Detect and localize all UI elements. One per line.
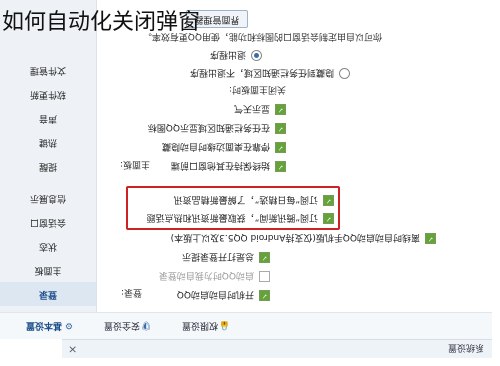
option-label: 订阅“腾讯新闻”，获取最新资讯和热点话题 — [146, 212, 318, 222]
option-login-tip[interactable]: ✓ 总是打开登录提示 — [182, 251, 270, 264]
sidebar-item-chat-window[interactable]: 会话窗口 — [0, 210, 96, 234]
option-tray-icon[interactable]: ✓ 在任务栏通知区域显示QQ图标 — [148, 122, 286, 135]
checkbox-checked-icon[interactable]: ✓ — [275, 104, 286, 115]
option-auto-start[interactable]: ✓ 开机时自动启动QQ — [177, 289, 270, 302]
settings-sidebar: 登录 主面板 状态 会话窗口 信息展示 提醒 热键 声音 软件更新 文件管理 — [0, 0, 97, 312]
checkbox-checked-icon[interactable]: ✓ — [259, 290, 270, 301]
option-label: 开机时自动启动QQ — [176, 289, 254, 299]
page: 系统设置 × ⚙基本设置 🛡安全设置 🔒权限设置 登录 主面板 状态 会话窗口 … — [0, 0, 500, 366]
tab-label: 基本设置 — [25, 320, 62, 330]
tab-security-settings[interactable]: 🛡安全设置 — [104, 320, 152, 333]
option-label: 离线时自动启动QQ手机版(仅支持Android QQ5.3及以上版本) — [170, 232, 420, 242]
sidebar-item-software-update[interactable]: 文件管理 — [0, 58, 96, 82]
sidebar-item-main-panel[interactable]: 主面板 — [0, 258, 96, 282]
sidebar-item-status[interactable]: 状态 — [0, 234, 96, 258]
radio-label: 隐藏到任务栏通知区域，不退出程序 — [189, 67, 334, 77]
shield-icon: 🛡 — [140, 320, 152, 330]
option-label: 显示天气 — [233, 103, 270, 113]
sidebar-item-display[interactable]: 声音 — [0, 106, 96, 130]
radio-hide-to-tray[interactable]: 隐藏到任务栏通知区域，不退出程序 — [190, 67, 350, 80]
checkbox-checked-icon[interactable]: ✓ — [323, 195, 334, 206]
tab-label: 权限设置 — [181, 320, 218, 330]
close-icon[interactable]: × — [68, 343, 77, 356]
radio-unselected-icon[interactable] — [339, 68, 350, 79]
gear-icon: ⚙ — [64, 320, 74, 330]
option-subscribe-daily[interactable]: ✓ 订阅“每日精选”，了解最新精品资讯 — [174, 194, 334, 207]
option-auto-hide[interactable]: ✓ 停靠在桌面边缘时自动隐藏 — [162, 141, 286, 154]
option-label: 停靠在桌面边缘时自动隐藏 — [161, 141, 270, 151]
tab-basic-settings[interactable]: ⚙基本设置 — [26, 320, 74, 333]
option-label: 订阅“每日精选”，了解最新精品资讯 — [173, 194, 318, 204]
option-always-on-top[interactable]: ✓ 始终保持在其他窗口前端 — [171, 160, 286, 173]
radio-label: 退出程序 — [209, 49, 246, 59]
window-title: 系统设置 — [447, 342, 484, 352]
close-panel-label: 关闭主面板时: — [228, 84, 286, 94]
option-show-weather[interactable]: ✓ 显示天气 — [234, 103, 286, 116]
tab-label: 安全设置 — [103, 320, 140, 330]
sidebar-item-hotkeys[interactable]: 热键 — [0, 130, 96, 154]
radio-selected-icon[interactable] — [251, 50, 262, 61]
option-auto-login[interactable]: ✓ 启动QQ时为我自动登录 — [159, 270, 270, 283]
settings-content: 登录: ✓ 开机时自动启动QQ ✓ 启动QQ时为我自动登录 ✓ 总是打开登录提示… — [96, 0, 500, 312]
checkbox-checked-icon[interactable]: ✓ — [259, 252, 270, 263]
sidebar-item-info-display[interactable]: 信息展示 — [0, 186, 96, 210]
sidebar-item-sound[interactable]: 软件更新 — [0, 82, 96, 106]
option-label: 启动QQ时为我自动登录 — [158, 270, 254, 280]
checkbox-checked-icon[interactable]: ✓ — [275, 161, 286, 172]
settings-tab-bar: ⚙基本设置 🛡安全设置 🔒权限设置 — [0, 312, 492, 339]
checkbox-checked-icon[interactable]: ✓ — [275, 142, 286, 153]
option-label: 总是打开登录提示 — [181, 251, 254, 261]
section-label-login: 登录: — [120, 287, 142, 297]
section-label-main-panel: 主面板: — [119, 159, 150, 169]
checkbox-checked-icon[interactable]: ✓ — [275, 123, 286, 134]
option-subscribe-news[interactable]: ✓ 订阅“腾讯新闻”，获取最新资讯和热点话题 — [147, 212, 334, 225]
checkbox-checked-icon[interactable]: ✓ — [323, 213, 334, 224]
option-label: 在任务栏通知区域显示QQ图标 — [147, 122, 270, 132]
option-label: 始终保持在其他窗口前端 — [170, 160, 270, 170]
checkbox-checked-icon[interactable]: ✓ — [425, 233, 436, 244]
sidebar-item-login[interactable]: 登录 — [0, 282, 96, 306]
sidebar-item-reminders[interactable]: 提醒 — [0, 154, 96, 178]
tab-permission-settings[interactable]: 🔒权限设置 — [182, 320, 230, 333]
lock-icon: 🔒 — [218, 320, 230, 330]
page-caption: 如何自动化关闭弹窗 — [2, 10, 201, 35]
radio-exit-program[interactable]: 退出程序 — [210, 49, 262, 62]
option-mobile-qq[interactable]: ✓ 离线时自动启动QQ手机版(仅支持Android QQ5.3及以上版本) — [171, 232, 436, 245]
settings-window-screenshot: 系统设置 × ⚙基本设置 🛡安全设置 🔒权限设置 登录 主面板 状态 会话窗口 … — [0, 0, 500, 366]
window-title-bar: 系统设置 × — [62, 339, 492, 358]
checkbox-unchecked-icon[interactable]: ✓ — [259, 271, 270, 282]
